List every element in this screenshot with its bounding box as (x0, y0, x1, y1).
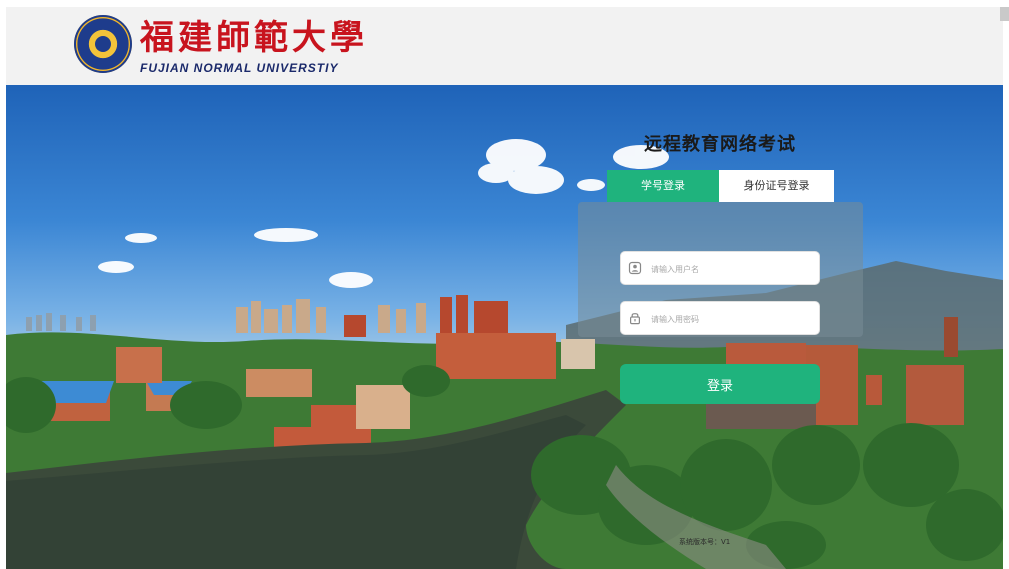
password-field (620, 301, 820, 336)
system-version-text: 系统版本号：V1 (679, 538, 731, 546)
login-tabs: 学号登录 身份证号登录 (607, 170, 834, 202)
exam-title: 远程教育网络考试 (644, 134, 796, 155)
site-header: 福建師範大學 FUJIAN NORMAL UNIVERSTIY (6, 7, 1003, 85)
username-input[interactable] (649, 252, 818, 286)
university-emblem-icon (74, 15, 132, 73)
logo-english-name: FUJIAN NORMAL UNIVERSTIY (140, 61, 339, 75)
username-field (620, 251, 820, 286)
user-icon (628, 261, 642, 275)
lock-icon (629, 313, 641, 325)
corner-marker (1000, 7, 1009, 21)
tab-student-id-login[interactable]: 学号登录 (607, 170, 719, 202)
tab-id-card-login[interactable]: 身份证号登录 (719, 170, 834, 202)
login-button[interactable]: 登录 (620, 364, 820, 404)
password-input[interactable] (649, 302, 818, 336)
logo-chinese-name: 福建師範大學 (140, 18, 368, 58)
